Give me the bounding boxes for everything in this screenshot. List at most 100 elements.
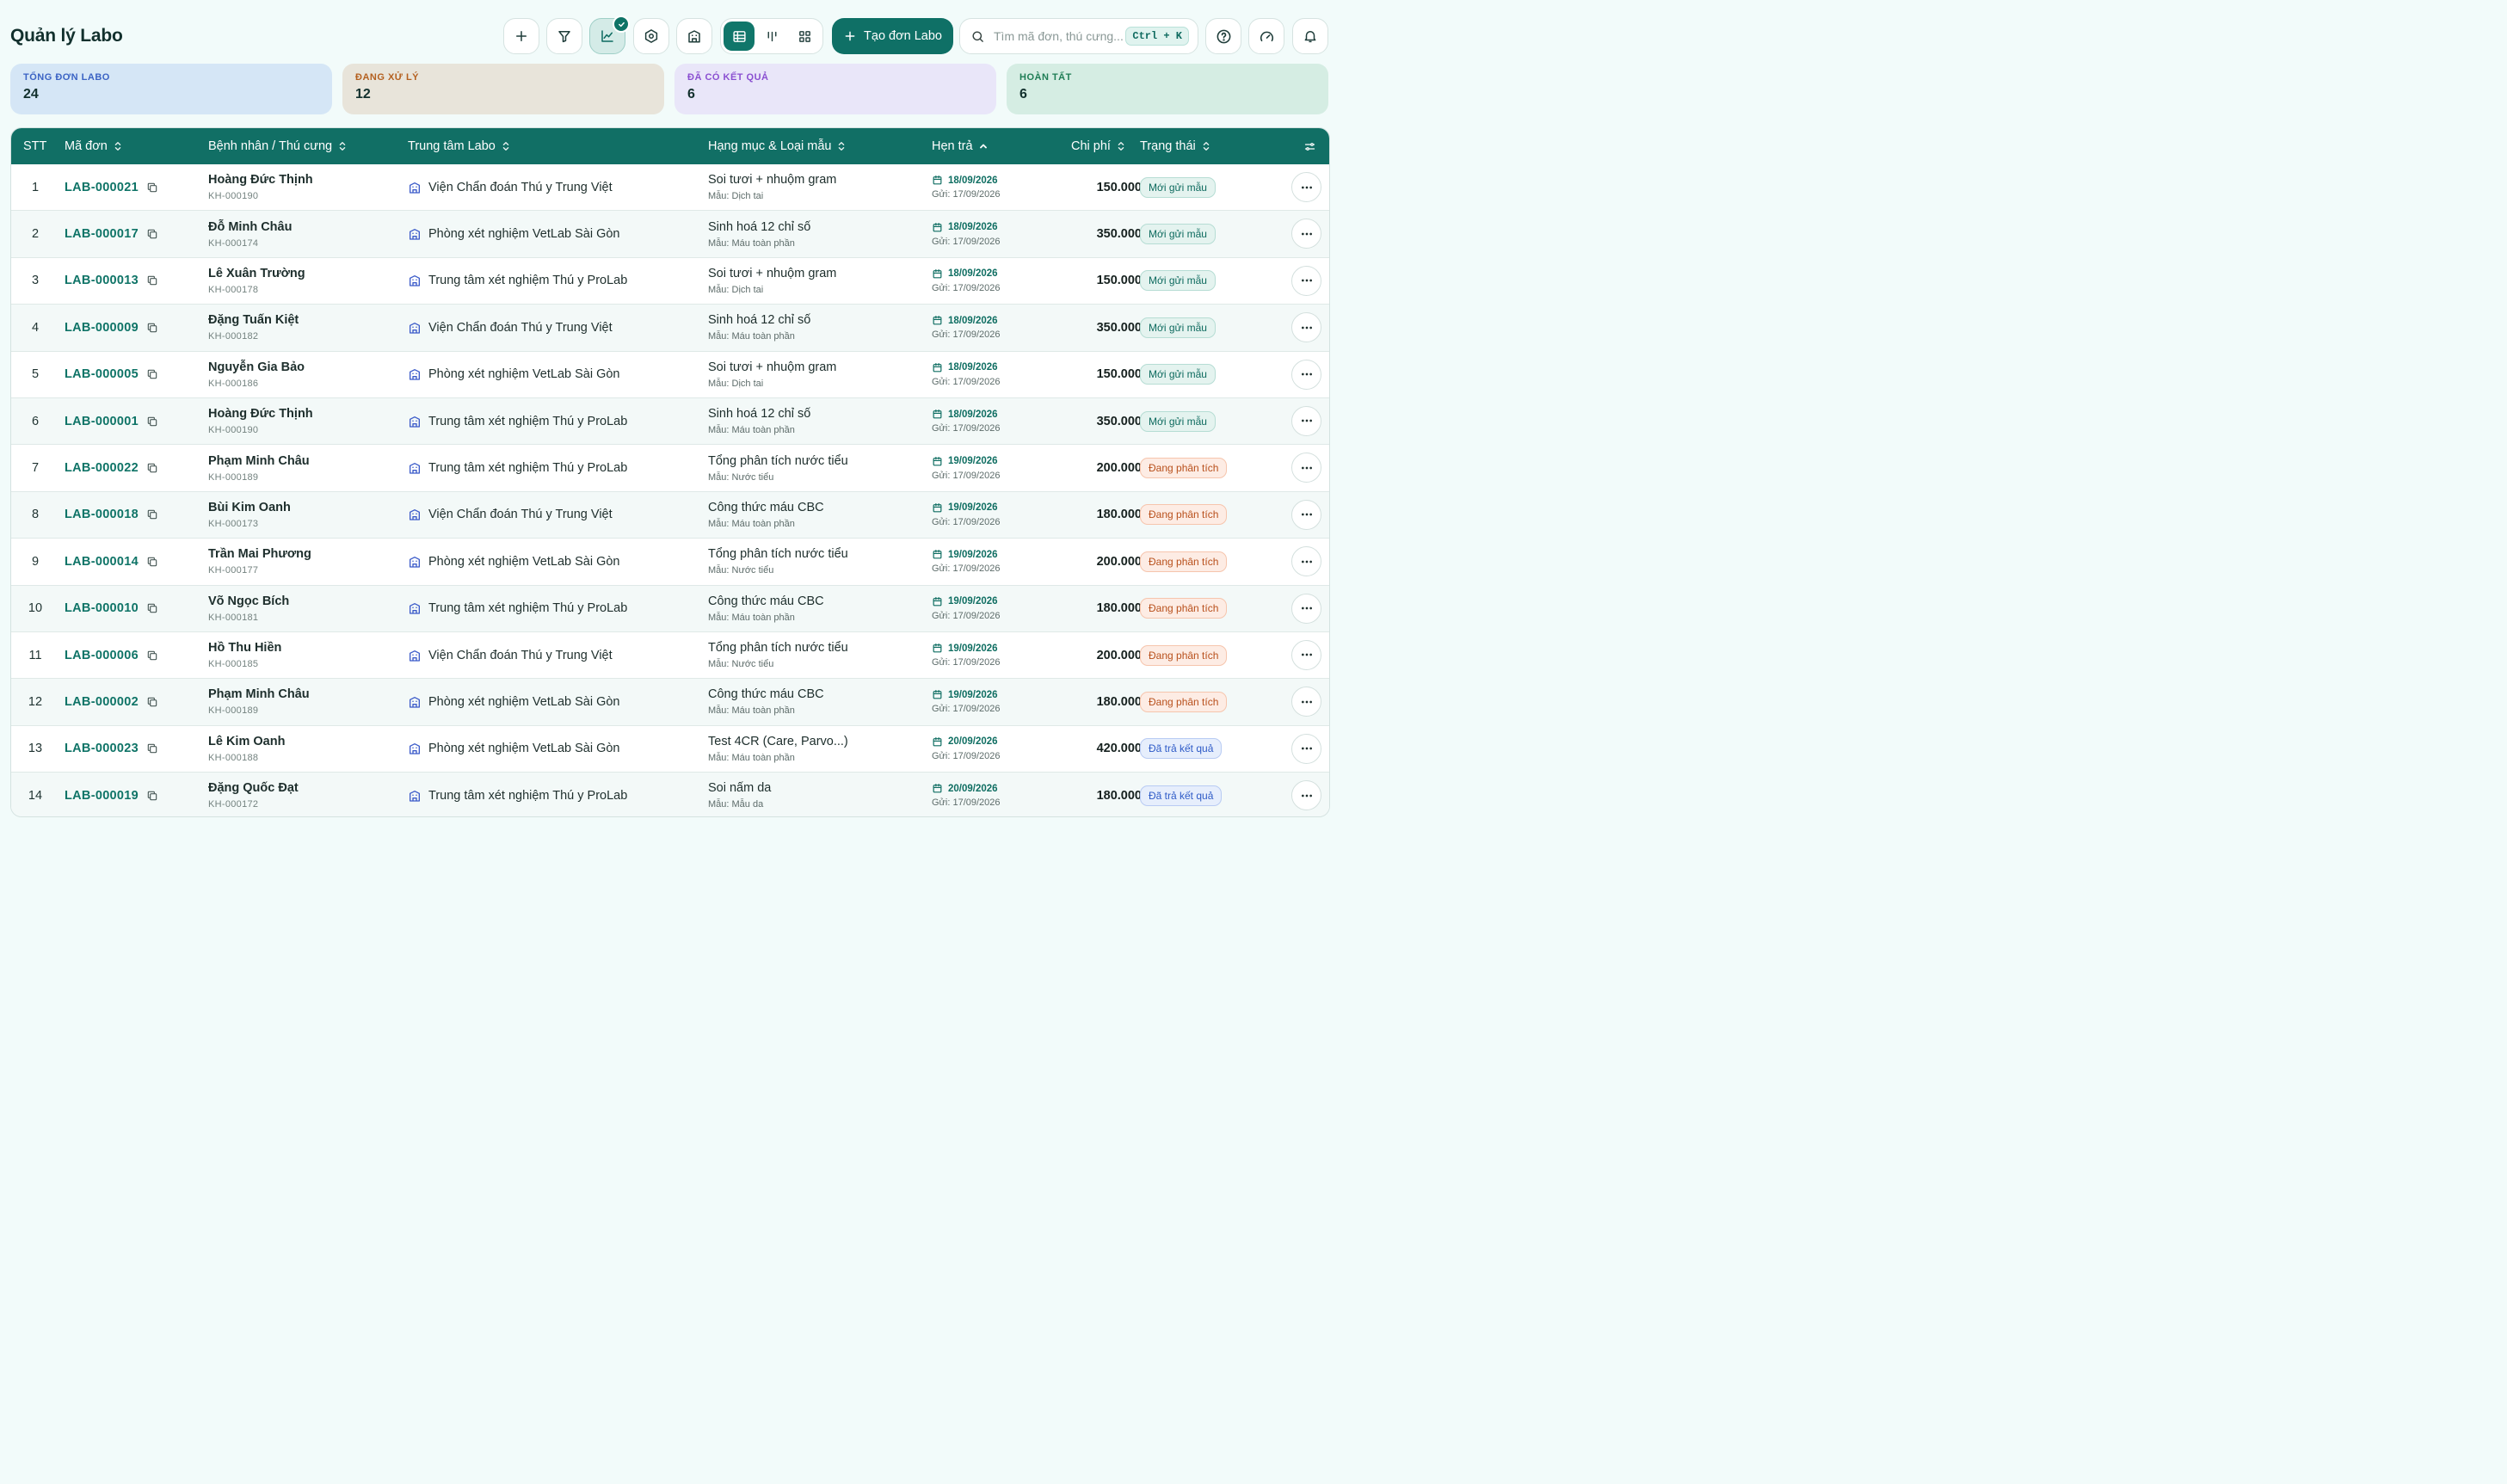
table-row[interactable]: 3 LAB-000013 Lê Xuân Trường KH-000178 Tr… <box>11 257 1329 305</box>
order-code-link[interactable]: LAB-000017 <box>65 227 139 241</box>
order-code-link[interactable]: LAB-000018 <box>65 508 139 521</box>
copy-icon[interactable] <box>146 182 158 194</box>
column-header-lab[interactable]: Trung tâm Labo <box>408 128 510 164</box>
patient-name[interactable]: Phạm Minh Châu <box>208 454 310 468</box>
dashboard-button[interactable] <box>1248 18 1284 54</box>
search-input[interactable] <box>992 28 1126 44</box>
row-actions-button[interactable] <box>1291 172 1321 202</box>
table-row[interactable]: 11 LAB-000006 Hồ Thu Hiền KH-000185 Viện… <box>11 631 1329 680</box>
row-actions-button[interactable] <box>1291 687 1321 717</box>
row-actions-button[interactable] <box>1291 780 1321 811</box>
row-actions-button[interactable] <box>1291 265 1321 296</box>
lab-center-button[interactable] <box>676 18 712 54</box>
copy-icon[interactable] <box>146 742 158 754</box>
row-actions-button[interactable] <box>1291 405 1321 436</box>
patient-name[interactable]: Lê Xuân Trường <box>208 267 305 280</box>
grid-view-button[interactable] <box>789 22 820 51</box>
order-code-link[interactable]: LAB-000005 <box>65 367 139 381</box>
settings-button[interactable] <box>633 18 669 54</box>
patient-name[interactable]: Hoàng Đức Thịnh <box>208 407 313 421</box>
copy-icon[interactable] <box>146 368 158 380</box>
table-row[interactable]: 12 LAB-000002 Phạm Minh Châu KH-000189 P… <box>11 679 1329 726</box>
table-row[interactable]: 13 LAB-000023 Lê Kim Oanh KH-000188 Phòn… <box>11 725 1329 773</box>
order-code-link[interactable]: LAB-000001 <box>65 415 139 428</box>
table-row[interactable]: 1 LAB-000021 Hoàng Đức Thịnh KH-000190 V… <box>11 164 1329 212</box>
filter-button[interactable] <box>546 18 582 54</box>
table-row[interactable]: 14 LAB-000019 Đặng Quốc Đạt KH-000172 Tr… <box>11 773 1329 816</box>
column-settings-button[interactable] <box>1303 128 1316 164</box>
copy-icon[interactable] <box>146 508 158 520</box>
row-actions-button[interactable] <box>1291 593 1321 624</box>
stat-card-has-result[interactable]: Đã có kết quả 6 <box>674 64 996 114</box>
chart-toggle-button[interactable] <box>589 15 630 54</box>
notifications-button[interactable] <box>1292 18 1328 54</box>
copy-icon[interactable] <box>146 274 158 286</box>
row-actions-button[interactable] <box>1291 359 1321 390</box>
row-actions-button[interactable] <box>1291 453 1321 483</box>
table-row[interactable]: 9 LAB-000014 Trần Mai Phương KH-000177 P… <box>11 539 1329 586</box>
copy-icon[interactable] <box>146 556 158 568</box>
patient-name[interactable]: Võ Ngọc Bích <box>208 594 289 608</box>
order-code-link[interactable]: LAB-000006 <box>65 649 139 662</box>
order-code-link[interactable]: LAB-000009 <box>65 321 139 335</box>
copy-icon[interactable] <box>146 650 158 662</box>
row-actions-button[interactable] <box>1291 733 1321 764</box>
column-header-due[interactable]: Hẹn trả <box>932 128 988 164</box>
order-code-link[interactable]: LAB-000013 <box>65 274 139 287</box>
create-lab-order-button[interactable]: Tạo đơn Labo <box>832 18 953 54</box>
more-icon <box>1301 654 1312 656</box>
row-actions-button[interactable] <box>1291 499 1321 530</box>
patient-name[interactable]: Trần Mai Phương <box>208 547 311 561</box>
copy-icon[interactable] <box>146 416 158 428</box>
patient-name[interactable]: Bùi Kim Oanh <box>208 501 291 514</box>
cost-value: 150.000 <box>1096 367 1142 382</box>
copy-icon[interactable] <box>146 228 158 240</box>
patient-name[interactable]: Nguyễn Gia Bảo <box>208 360 305 374</box>
patient-name[interactable]: Đỗ Minh Châu <box>208 220 292 234</box>
table-row[interactable]: 7 LAB-000022 Phạm Minh Châu KH-000189 Tr… <box>11 445 1329 492</box>
table-row[interactable]: 2 LAB-000017 Đỗ Minh Châu KH-000174 Phòn… <box>11 211 1329 258</box>
table-row[interactable]: 4 LAB-000009 Đặng Tuấn Kiệt KH-000182 Vi… <box>11 305 1329 352</box>
patient-name[interactable]: Lê Kim Oanh <box>208 735 285 748</box>
stat-card-processing[interactable]: Đang xử lý 12 <box>342 64 664 114</box>
order-code-link[interactable]: LAB-000019 <box>65 789 139 803</box>
due-date: 18/09/2026 <box>932 222 1001 233</box>
patient-name[interactable]: Hoàng Đức Thịnh <box>208 173 313 187</box>
add-button[interactable] <box>503 18 539 54</box>
column-header-category[interactable]: Hạng mục & Loại mẫu <box>708 128 846 164</box>
order-code-link[interactable]: LAB-000021 <box>65 181 139 194</box>
patient-name[interactable]: Đặng Quốc Đạt <box>208 781 299 795</box>
row-actions-button[interactable] <box>1291 546 1321 577</box>
column-header-code[interactable]: Mã đơn <box>65 128 122 164</box>
row-actions-button[interactable] <box>1291 639 1321 670</box>
column-header-cost[interactable]: Chi phí <box>1071 128 1125 164</box>
column-label: Mã đơn <box>65 139 108 153</box>
order-code-link[interactable]: LAB-000023 <box>65 742 139 755</box>
patient-name[interactable]: Phạm Minh Châu <box>208 687 310 701</box>
column-header-patient[interactable]: Bệnh nhân / Thú cưng <box>208 128 347 164</box>
copy-icon[interactable] <box>146 602 158 614</box>
row-actions-button[interactable] <box>1291 219 1321 249</box>
category-cell: Công thức máu CBC Mẫu: Máu toàn phần <box>708 492 824 538</box>
table-row[interactable]: 8 LAB-000018 Bùi Kim Oanh KH-000173 Viện… <box>11 491 1329 539</box>
table-view-button[interactable] <box>724 22 755 51</box>
column-header-status[interactable]: Trạng thái <box>1140 128 1210 164</box>
help-button[interactable] <box>1205 18 1241 54</box>
stat-card-completed[interactable]: Hoàn tất 6 <box>1007 64 1328 114</box>
patient-name[interactable]: Đặng Tuấn Kiệt <box>208 313 299 327</box>
copy-icon[interactable] <box>146 322 158 334</box>
table-row[interactable]: 10 LAB-000010 Võ Ngọc Bích KH-000181 Tru… <box>11 585 1329 632</box>
order-code-link[interactable]: LAB-000002 <box>65 695 139 709</box>
kanban-view-button[interactable] <box>756 22 787 51</box>
copy-icon[interactable] <box>146 790 158 802</box>
order-code-link[interactable]: LAB-000014 <box>65 555 139 569</box>
table-row[interactable]: 5 LAB-000005 Nguyễn Gia Bảo KH-000186 Ph… <box>11 351 1329 398</box>
copy-icon[interactable] <box>146 462 158 474</box>
copy-icon[interactable] <box>146 696 158 708</box>
order-code-link[interactable]: LAB-000010 <box>65 601 139 615</box>
table-row[interactable]: 6 LAB-000001 Hoàng Đức Thịnh KH-000190 T… <box>11 397 1329 446</box>
order-code-link[interactable]: LAB-000022 <box>65 461 139 475</box>
stat-card-total[interactable]: Tổng đơn Labo 24 <box>10 64 332 114</box>
patient-name[interactable]: Hồ Thu Hiền <box>208 641 281 655</box>
row-actions-button[interactable] <box>1291 312 1321 343</box>
